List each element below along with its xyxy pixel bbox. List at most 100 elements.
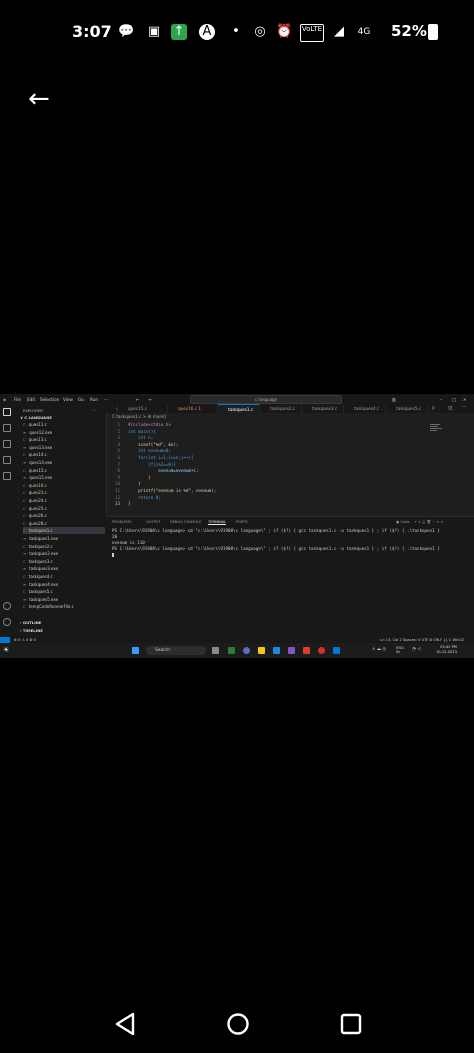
explorer-file-item[interactable]: Ctaskques2.c [23,543,105,550]
panel-tab-output[interactable]: OUTPUT [146,520,161,524]
explorer-file-item[interactable]: Ctaskques5.c [23,588,105,595]
explorer-file-item[interactable]: Cques11.c [23,421,105,428]
source-control-icon[interactable] [3,440,11,448]
tab-taskques1[interactable]: taskques1.c [218,404,260,413]
code-line: int n; [128,435,154,441]
tab-taskques3[interactable]: taskques3.c [302,404,344,413]
menu-view[interactable]: View [63,397,73,402]
account-icon[interactable] [3,602,11,610]
tab-taskques5[interactable]: taskques5.c [386,404,428,413]
panel-tab-ports[interactable]: PORTS [236,520,248,524]
settings-gear-icon[interactable] [3,618,11,626]
minimap[interactable] [430,424,444,434]
problems-count[interactable]: ⊗ 0 ⚠ 0 ⚙ 0 [14,638,36,642]
menu-file[interactable]: File [14,397,21,402]
layout-icon[interactable]: ▥ [392,397,396,402]
explorer-file-item[interactable]: Ctaskques4.c [23,573,105,580]
run-icon[interactable]: ▷ [432,406,435,411]
language-indicator[interactable]: ENG IN [396,646,408,654]
explorer-file-item[interactable]: ≡ taskques5.exe [23,596,105,603]
panel-tab-debug-console[interactable]: DEBUG CONSOLE [170,520,201,524]
outline-section[interactable]: › OUTLINE [20,620,41,625]
youtube-icon[interactable] [318,647,325,654]
maximize-icon[interactable]: □ [452,397,456,402]
explorer-file-item[interactable]: Cques16.c [23,482,105,489]
wifi-volume-icon[interactable]: ◔ ◁ [412,647,421,652]
tab-taskques2[interactable]: taskques2.c [260,404,302,413]
explorer-file-item[interactable]: Cques28.c [23,520,105,527]
nav-back-triangle-icon[interactable] [114,1012,136,1036]
weather-icon[interactable]: ☀ [3,646,9,654]
panel-tab-problems[interactable]: PROBLEMS [112,520,132,524]
explorer-file-item[interactable]: Cques21.c [23,489,105,496]
explorer-file-item[interactable]: CtempCodeRunnerFile.c [23,603,105,610]
explorer-file-item[interactable]: ≡ ques14.exe [23,459,105,466]
tray-icons[interactable]: ∧ ☁ ◎ [372,647,386,652]
minimize-icon[interactable]: – [440,397,442,402]
nav-back-icon[interactable]: ← [136,397,140,402]
tab-ques15[interactable]: ques15.c [118,404,168,413]
extensions-icon[interactable] [3,472,11,480]
explorer-file-item[interactable]: Cques15.c [23,467,105,474]
explorer-file-item[interactable]: ≡ ques12.exe [23,429,105,436]
back-arrow-icon[interactable]: ← [28,84,50,114]
run-debug-icon[interactable] [3,456,11,464]
explorer-file-item[interactable]: Ctaskques3.c [23,558,105,565]
battery-icon [428,24,438,40]
explorer-file-item[interactable]: Cques13.c [23,436,105,443]
breadcrumb[interactable]: C taskques1.c > ⚙ main() [112,414,166,419]
nav-home-icon[interactable] [226,1012,250,1036]
explorer-file-item[interactable]: Cques26.c [23,512,105,519]
app-red-icon[interactable] [303,647,310,654]
folder-c-language[interactable]: ∨ C LANGUAGE [20,415,52,420]
app-icon[interactable] [228,647,235,654]
panel-tab-terminal[interactable]: TERMINAL [208,520,227,525]
command-search-input[interactable]: c language [190,395,342,404]
nav-recents-icon[interactable] [340,1013,362,1035]
store-icon[interactable] [288,647,295,654]
explorer-icon[interactable] [3,408,11,416]
explorer-more-icon[interactable]: ··· [92,408,96,413]
explorer-file-item[interactable]: Cques14.c [23,451,105,458]
timeline-section[interactable]: › TIMELINE [20,628,43,633]
code-line: if(i%2==0){ [128,461,176,467]
explorer-file-item[interactable]: Ctaskques1.c [23,527,105,535]
tab-overflow-icon[interactable]: ‹ [106,404,118,413]
tab-taskques4[interactable]: taskques4.c [344,404,386,413]
editor-more-icon[interactable]: ··· [462,405,466,410]
menu-go[interactable]: Go [78,397,84,402]
new-terminal-icon[interactable]: + ∨ ◫ 🗑 ··· ∧ ✕ [414,520,444,524]
taskbar-date: 10-12-2023 [436,650,457,654]
vscode-taskbar-icon[interactable] [333,647,340,654]
line-number: 5 [117,448,120,454]
explorer-file-item[interactable]: ≡ ques13.exe [23,444,105,451]
explorer-file-item[interactable]: ≡ taskques3.exe [23,565,105,572]
menu-selection[interactable]: Selection [40,397,59,402]
editor-status[interactable]: Ln 13, Col 2 Spaces: 4 UTF-8 CRLF {} C W… [380,638,464,642]
task-view-icon[interactable] [212,647,219,654]
explorer-file-item[interactable]: Cques25.c [23,505,105,512]
line-number: 3 [117,435,120,441]
explorer-file-item[interactable]: ≡ ques15.exe [23,474,105,481]
menu-run[interactable]: Run [90,397,98,402]
menu-edit[interactable]: Edit [27,397,35,402]
start-icon[interactable] [132,647,139,654]
taskbar-clock[interactable]: 03:42 PM 10-12-2023 [436,645,457,655]
close-icon[interactable]: ✕ [463,397,467,402]
taskbar-search[interactable]: Search [146,646,206,655]
search-icon[interactable] [3,424,11,432]
file-explorer-icon[interactable] [258,647,265,654]
more-menu-icon[interactable]: ··· [104,397,108,402]
c-file-icon: C [23,528,26,534]
nav-forward-icon[interactable]: → [148,397,152,402]
edge-icon[interactable] [273,647,280,654]
explorer-file-item[interactable]: ≡ taskques1.exe [23,535,105,542]
chat-icon[interactable] [243,647,250,654]
explorer-file-item[interactable]: ≡ taskques2.exe [23,550,105,557]
tab-ques16[interactable]: ques16.c 1 [168,404,218,413]
code-editor[interactable]: 1 #include<stdio.h> 2 int main(){3 int n; 4 … [106,420,474,512]
terminal-shell-label[interactable]: ▣ Code [396,520,410,524]
split-editor-icon[interactable]: ◫ [448,406,452,411]
explorer-file-item[interactable]: ≡ taskques4.exe [23,581,105,588]
explorer-file-item[interactable]: Cques24.c [23,497,105,504]
